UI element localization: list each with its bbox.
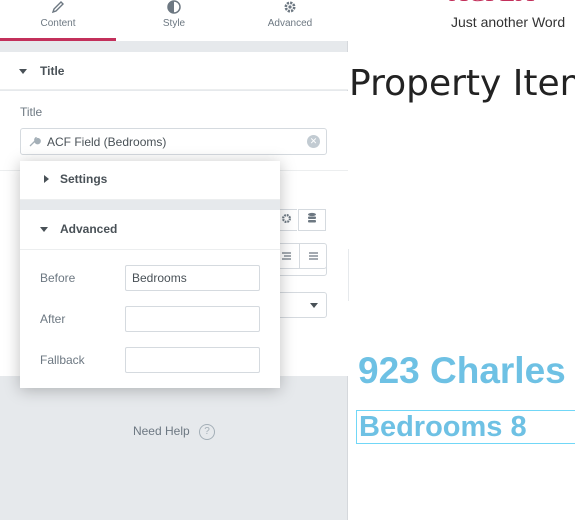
title-control-label: Title xyxy=(20,105,43,119)
dynamic-tag-popover: Settings Advanced Before Bedrooms After … xyxy=(20,161,280,388)
tab-content-label: Content xyxy=(40,18,76,29)
dynamic-tag-value: ACF Field (Bedrooms) xyxy=(47,135,167,149)
tab-content[interactable]: Content xyxy=(0,0,116,41)
tab-style-label: Style xyxy=(162,18,186,29)
section-title-toggle[interactable]: Title xyxy=(0,52,348,90)
after-label: After xyxy=(40,312,66,326)
alignment-group xyxy=(272,243,327,269)
wrench-icon[interactable] xyxy=(28,135,41,148)
tab-style[interactable]: Style xyxy=(116,0,232,41)
popover-advanced-toggle[interactable]: Advanced xyxy=(20,210,280,250)
section-title-label: Title xyxy=(40,64,65,78)
align-justify-button[interactable] xyxy=(299,244,326,268)
tab-advanced[interactable]: Advanced xyxy=(232,0,348,41)
panel-tabs: Content Style Advanced xyxy=(0,0,348,41)
need-help-label: Need Help xyxy=(132,424,190,439)
question-icon: ? xyxy=(199,424,216,440)
popover-settings-toggle[interactable]: Settings xyxy=(20,161,280,200)
after-input[interactable] xyxy=(125,306,260,332)
popover-gap xyxy=(20,200,280,210)
database-icon xyxy=(307,211,317,229)
site-title[interactable]: ACPLA xyxy=(449,0,534,8)
half-circle-icon xyxy=(116,0,232,14)
before-label: Before xyxy=(40,271,76,285)
tab-advanced-label: Advanced xyxy=(267,18,313,29)
bedrooms-widget[interactable]: Bedrooms 8 xyxy=(356,410,575,444)
remove-tag-icon[interactable]: ✕ xyxy=(307,135,320,148)
caret-down-icon xyxy=(19,69,27,74)
popover-advanced-label: Advanced xyxy=(60,222,118,236)
before-input[interactable]: Bedrooms xyxy=(125,265,260,291)
property-heading[interactable]: 923 Charles xyxy=(358,350,566,392)
chevron-down-icon xyxy=(310,303,318,308)
popover-settings-label: Settings xyxy=(60,172,108,186)
caret-down-icon xyxy=(40,227,48,232)
gear-icon xyxy=(232,0,348,14)
need-help-link[interactable]: Need Help ? xyxy=(0,424,348,440)
fallback-input[interactable] xyxy=(125,347,260,373)
dynamic-tags-button[interactable] xyxy=(298,209,326,231)
fallback-label: Fallback xyxy=(40,353,85,367)
gear-icon xyxy=(281,211,292,229)
caret-right-icon xyxy=(44,175,49,183)
page-title: Property Item xyxy=(349,63,575,104)
page-preview: ACPLA Just another Word Property Item 92… xyxy=(349,0,575,520)
site-tagline: Just another Word xyxy=(451,14,566,30)
dynamic-tag-field[interactable]: ACF Field (Bedrooms) ✕ xyxy=(20,128,327,155)
bedrooms-heading: Bedrooms 8 xyxy=(359,411,527,443)
pencil-icon xyxy=(0,0,116,14)
